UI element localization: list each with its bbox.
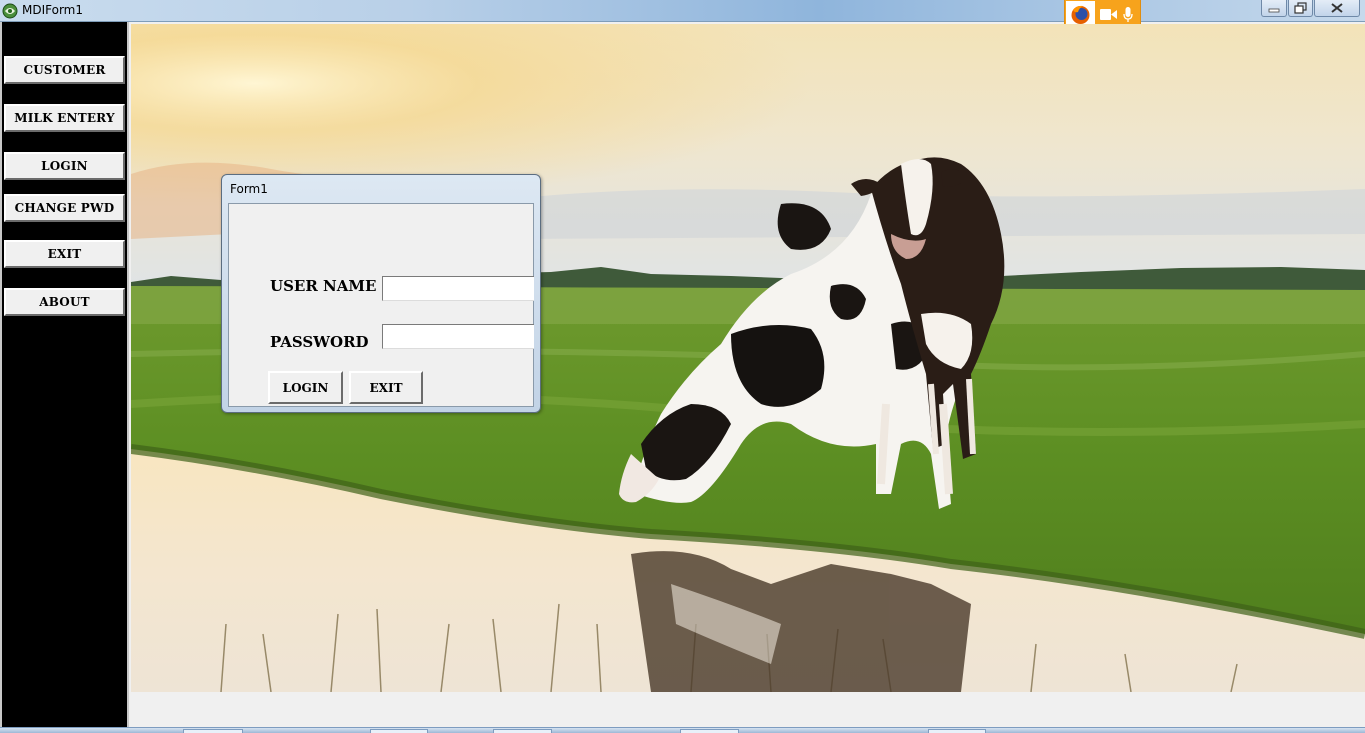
restore-button[interactable] (1288, 0, 1313, 17)
about-button[interactable]: ABOUT (4, 288, 125, 316)
close-icon (1331, 3, 1343, 13)
camera-icon (1100, 9, 1117, 20)
mdi-client-area (131, 692, 1365, 727)
restore-icon (1294, 2, 1307, 14)
app-icon (2, 3, 18, 19)
taskbar (0, 727, 1365, 733)
username-label: USER NAME (270, 277, 377, 295)
taskbar-item[interactable] (493, 729, 552, 733)
customer-button[interactable]: CUSTOMER (4, 56, 125, 84)
minimize-button[interactable] (1261, 0, 1287, 17)
close-button[interactable] (1314, 0, 1360, 17)
change-password-button[interactable]: CHANGE PWD (4, 194, 125, 222)
login-dialog: Form1 USER NAME PASSWORD LOGIN EXIT (221, 174, 541, 413)
sidebar: CUSTOMER MILK ENTERY LOGIN CHANGE PWD EX… (0, 22, 129, 727)
dialog-title: Form1 (230, 182, 268, 196)
username-field[interactable] (382, 276, 534, 301)
taskbar-item[interactable] (928, 729, 986, 733)
password-label: PASSWORD (270, 333, 369, 351)
taskbar-item[interactable] (183, 729, 243, 733)
minimize-icon (1268, 8, 1280, 13)
sidebar-exit-button[interactable]: EXIT (4, 240, 125, 268)
taskbar-item[interactable] (370, 729, 428, 733)
taskbar-item[interactable] (680, 729, 739, 733)
milk-entry-button[interactable]: MILK ENTERY (4, 104, 125, 132)
window-title: MDIForm1 (22, 3, 83, 17)
password-field[interactable] (382, 324, 534, 349)
exit-button[interactable]: EXIT (349, 371, 423, 404)
login-button[interactable]: LOGIN (268, 371, 343, 404)
mdi-title-bar: MDIForm1 (0, 0, 1365, 30)
microphone-icon (1123, 7, 1133, 22)
sidebar-login-button[interactable]: LOGIN (4, 152, 125, 180)
